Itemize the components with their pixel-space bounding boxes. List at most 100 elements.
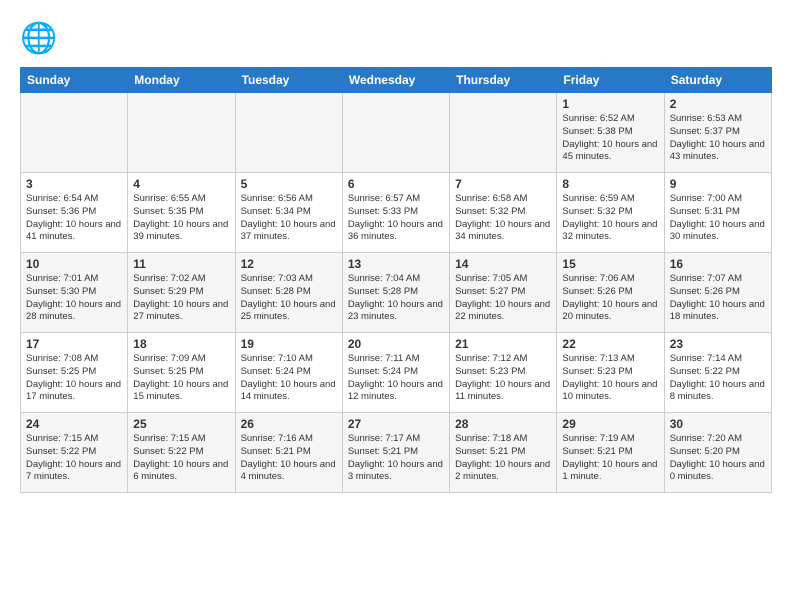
day-info: Sunrise: 6:53 AM Sunset: 5:37 PM Dayligh… (670, 113, 766, 164)
day-info: Sunrise: 6:56 AM Sunset: 5:34 PM Dayligh… (241, 193, 337, 244)
day-number: 1 (562, 97, 658, 111)
calendar-week-row: 10 Sunrise: 7:01 AM Sunset: 5:30 PM Dayli… (21, 253, 772, 333)
day-info: Sunrise: 7:09 AM Sunset: 5:25 PM Dayligh… (133, 353, 229, 404)
calendar-day-18: 18Sunrise: 7:09 AM Sunset: 5:25 PM Dayli… (128, 333, 235, 413)
calendar-day-29: 29 Sunrise: 7:19 AM Sunset: 5:21 PM Dayli… (557, 413, 664, 493)
day-number: 4 (133, 177, 229, 191)
calendar-day-24: 24 Sunrise: 7:15 AM Sunset: 5:22 PM Dayli… (21, 413, 128, 493)
day-info: Sunrise: 6:58 AM Sunset: 5:32 PM Dayligh… (455, 193, 551, 244)
day-number: 14 (455, 257, 551, 271)
weekday-header-friday: Friday (557, 68, 664, 93)
calendar-day-21: 21 Sunrise: 7:12 AM Sunset: 5:23 PM Dayli… (450, 333, 557, 413)
calendar-week-row: 24 Sunrise: 7:15 AM Sunset: 5:22 PM Dayli… (21, 413, 772, 493)
calendar-day-1: 1 Sunrise: 6:52 AM Sunset: 5:38 PM Daylig… (557, 93, 664, 173)
day-number: 25 (133, 417, 229, 431)
calendar-day-16: 16 Sunrise: 7:07 AM Sunset: 5:26 PM Dayli… (664, 253, 771, 333)
day-info: Sunrise: 7:14 AM Sunset: 5:22 PM Dayligh… (670, 353, 766, 404)
day-info: Sunrise: 7:19 AM Sunset: 5:21 PM Dayligh… (562, 433, 658, 484)
day-number: 27 (348, 417, 444, 431)
day-info: Sunrise: 6:55 AM Sunset: 5:35 PM Dayligh… (133, 193, 229, 244)
day-info: Sunrise: 7:18 AM Sunset: 5:21 PM Dayligh… (455, 433, 551, 484)
calendar-day-28: 28 Sunrise: 7:18 AM Sunset: 5:21 PM Dayli… (450, 413, 557, 493)
day-number: 2 (670, 97, 766, 111)
day-number: 8 (562, 177, 658, 191)
day-number: 23 (670, 337, 766, 351)
day-number: 19 (241, 337, 337, 351)
calendar-day-20: 20 Sunrise: 7:11 AM Sunset: 5:24 PM Dayli… (342, 333, 449, 413)
day-number: 24 (26, 417, 122, 431)
calendar-day-5: 5 Sunrise: 6:56 AM Sunset: 5:34 PM Daylig… (235, 173, 342, 253)
day-number: 22 (562, 337, 658, 351)
header: 🌐 (20, 16, 772, 61)
day-info: Sunrise: 6:54 AM Sunset: 5:36 PM Dayligh… (26, 193, 122, 244)
calendar-empty-cell (128, 93, 235, 173)
day-info: Sunrise: 7:00 AM Sunset: 5:31 PM Dayligh… (670, 193, 766, 244)
day-info: Sunrise: 7:07 AM Sunset: 5:26 PM Dayligh… (670, 273, 766, 324)
calendar-day-30: 30 Sunrise: 7:20 AM Sunset: 5:20 PM Dayli… (664, 413, 771, 493)
calendar-day-14: 14 Sunrise: 7:05 AM Sunset: 5:27 PM Dayli… (450, 253, 557, 333)
calendar-week-row: 3 Sunrise: 6:54 AM Sunset: 5:36 PM Daylig… (21, 173, 772, 253)
calendar-table: SundayMondayTuesdayWednesdayThursdayFrid… (20, 67, 772, 493)
day-number: 26 (241, 417, 337, 431)
logo: 🌐 (20, 16, 64, 61)
weekday-header-tuesday: Tuesday (235, 68, 342, 93)
day-info: Sunrise: 6:52 AM Sunset: 5:38 PM Dayligh… (562, 113, 658, 164)
day-info: Sunrise: 6:59 AM Sunset: 5:32 PM Dayligh… (562, 193, 658, 244)
day-info: Sunrise: 7:03 AM Sunset: 5:28 PM Dayligh… (241, 273, 337, 324)
calendar-week-row: 1 Sunrise: 6:52 AM Sunset: 5:38 PM Daylig… (21, 93, 772, 173)
day-number: 9 (670, 177, 766, 191)
weekday-header-wednesday: Wednesday (342, 68, 449, 93)
day-info: Sunrise: 7:01 AM Sunset: 5:30 PM Dayligh… (26, 273, 122, 324)
calendar-day-25: 25 Sunrise: 7:15 AM Sunset: 5:22 PM Dayli… (128, 413, 235, 493)
calendar-day-26: 26 Sunrise: 7:16 AM Sunset: 5:21 PM Dayli… (235, 413, 342, 493)
calendar-day-3: 3 Sunrise: 6:54 AM Sunset: 5:36 PM Daylig… (21, 173, 128, 253)
calendar-day-15: 15Sunrise: 7:06 AM Sunset: 5:26 PM Dayli… (557, 253, 664, 333)
calendar-day-2: 2 Sunrise: 6:53 AM Sunset: 5:37 PM Daylig… (664, 93, 771, 173)
day-info: Sunrise: 7:08 AM Sunset: 5:25 PM Dayligh… (26, 353, 122, 404)
day-number: 16 (670, 257, 766, 271)
day-number: 7 (455, 177, 551, 191)
calendar-empty-cell (21, 93, 128, 173)
calendar-day-4: 4 Sunrise: 6:55 AM Sunset: 5:35 PM Daylig… (128, 173, 235, 253)
day-info: Sunrise: 7:20 AM Sunset: 5:20 PM Dayligh… (670, 433, 766, 484)
svg-text:🌐: 🌐 (20, 20, 57, 55)
day-info: Sunrise: 7:15 AM Sunset: 5:22 PM Dayligh… (26, 433, 122, 484)
calendar-day-19: 19 Sunrise: 7:10 AM Sunset: 5:24 PM Dayli… (235, 333, 342, 413)
day-number: 15 (562, 257, 658, 271)
day-number: 6 (348, 177, 444, 191)
day-number: 28 (455, 417, 551, 431)
day-info: Sunrise: 7:16 AM Sunset: 5:21 PM Dayligh… (241, 433, 337, 484)
day-number: 29 (562, 417, 658, 431)
day-number: 5 (241, 177, 337, 191)
day-number: 20 (348, 337, 444, 351)
day-info: Sunrise: 7:10 AM Sunset: 5:24 PM Dayligh… (241, 353, 337, 404)
calendar-day-9: 9 Sunrise: 7:00 AM Sunset: 5:31 PM Daylig… (664, 173, 771, 253)
calendar-day-23: 23 Sunrise: 7:14 AM Sunset: 5:22 PM Dayli… (664, 333, 771, 413)
weekday-header-saturday: Saturday (664, 68, 771, 93)
calendar-empty-cell (342, 93, 449, 173)
day-number: 10 (26, 257, 122, 271)
day-info: Sunrise: 7:12 AM Sunset: 5:23 PM Dayligh… (455, 353, 551, 404)
day-number: 30 (670, 417, 766, 431)
day-info: Sunrise: 7:02 AM Sunset: 5:29 PM Dayligh… (133, 273, 229, 324)
day-number: 13 (348, 257, 444, 271)
calendar-day-13: 13Sunrise: 7:04 AM Sunset: 5:28 PM Dayli… (342, 253, 449, 333)
weekday-header-thursday: Thursday (450, 68, 557, 93)
logo-icon: 🌐 (20, 16, 60, 61)
calendar-empty-cell (235, 93, 342, 173)
day-info: Sunrise: 7:05 AM Sunset: 5:27 PM Dayligh… (455, 273, 551, 324)
weekday-header-monday: Monday (128, 68, 235, 93)
calendar-day-27: 27Sunrise: 7:17 AM Sunset: 5:21 PM Dayli… (342, 413, 449, 493)
calendar-week-row: 17Sunrise: 7:08 AM Sunset: 5:25 PM Dayli… (21, 333, 772, 413)
day-info: Sunrise: 7:15 AM Sunset: 5:22 PM Dayligh… (133, 433, 229, 484)
day-info: Sunrise: 7:11 AM Sunset: 5:24 PM Dayligh… (348, 353, 444, 404)
day-number: 12 (241, 257, 337, 271)
calendar-day-6: 6Sunrise: 6:57 AM Sunset: 5:33 PM Daylig… (342, 173, 449, 253)
day-number: 3 (26, 177, 122, 191)
calendar-day-8: 8 Sunrise: 6:59 AM Sunset: 5:32 PM Daylig… (557, 173, 664, 253)
calendar-day-17: 17Sunrise: 7:08 AM Sunset: 5:25 PM Dayli… (21, 333, 128, 413)
calendar-day-11: 11 Sunrise: 7:02 AM Sunset: 5:29 PM Dayli… (128, 253, 235, 333)
day-number: 21 (455, 337, 551, 351)
weekday-header-row: SundayMondayTuesdayWednesdayThursdayFrid… (21, 68, 772, 93)
day-number: 11 (133, 257, 229, 271)
